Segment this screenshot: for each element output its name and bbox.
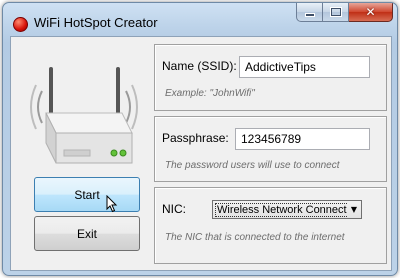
ssid-label: Name (SSID): [162, 59, 237, 73]
exit-button[interactable]: Exit [34, 216, 140, 251]
nic-panel: NIC: Wireless Network Connection ▼ The N… [154, 187, 387, 264]
passphrase-label: Passphrase: [162, 131, 229, 145]
ssid-hint: Example: "JohnWifi" [165, 88, 255, 99]
client-area: Start Exit Name (SSID): Example: "JohnWi… [10, 36, 392, 271]
passphrase-hint: The password users will use to connect [165, 160, 340, 171]
nic-hint: The NIC that is connected to the interne… [165, 232, 345, 243]
app-window: WiFi HotSpot Creator ✕ Start Exit Name (… [2, 2, 398, 276]
minimize-button[interactable] [296, 3, 323, 22]
close-icon: ✕ [365, 5, 376, 19]
start-button[interactable]: Start [34, 177, 140, 213]
exit-button-label: Exit [76, 226, 97, 241]
chevron-down-icon[interactable]: ▼ [347, 205, 361, 214]
title-bar[interactable]: WiFi HotSpot Creator ✕ [3, 3, 397, 39]
nic-label: NIC: [162, 202, 186, 216]
mouse-pointer-icon [106, 195, 118, 213]
router-icon [30, 67, 138, 164]
start-button-label: Start [74, 187, 100, 202]
nic-selected-value: Wireless Network Connection [215, 202, 347, 217]
nic-select[interactable]: Wireless Network Connection ▼ [212, 200, 362, 219]
window-title: WiFi HotSpot Creator [34, 15, 158, 30]
ssid-input[interactable] [239, 56, 370, 78]
maximize-icon [330, 8, 341, 16]
caption-buttons: ✕ [296, 3, 393, 23]
minimize-icon [304, 13, 315, 17]
close-button[interactable]: ✕ [349, 3, 393, 22]
ssid-panel: Name (SSID): Example: "JohnWifi" [154, 44, 387, 111]
passphrase-panel: Passphrase: The password users will use … [154, 116, 387, 182]
wifi-hotspot-icon [13, 17, 28, 32]
passphrase-input[interactable] [235, 128, 370, 150]
maximize-button[interactable] [323, 3, 349, 22]
